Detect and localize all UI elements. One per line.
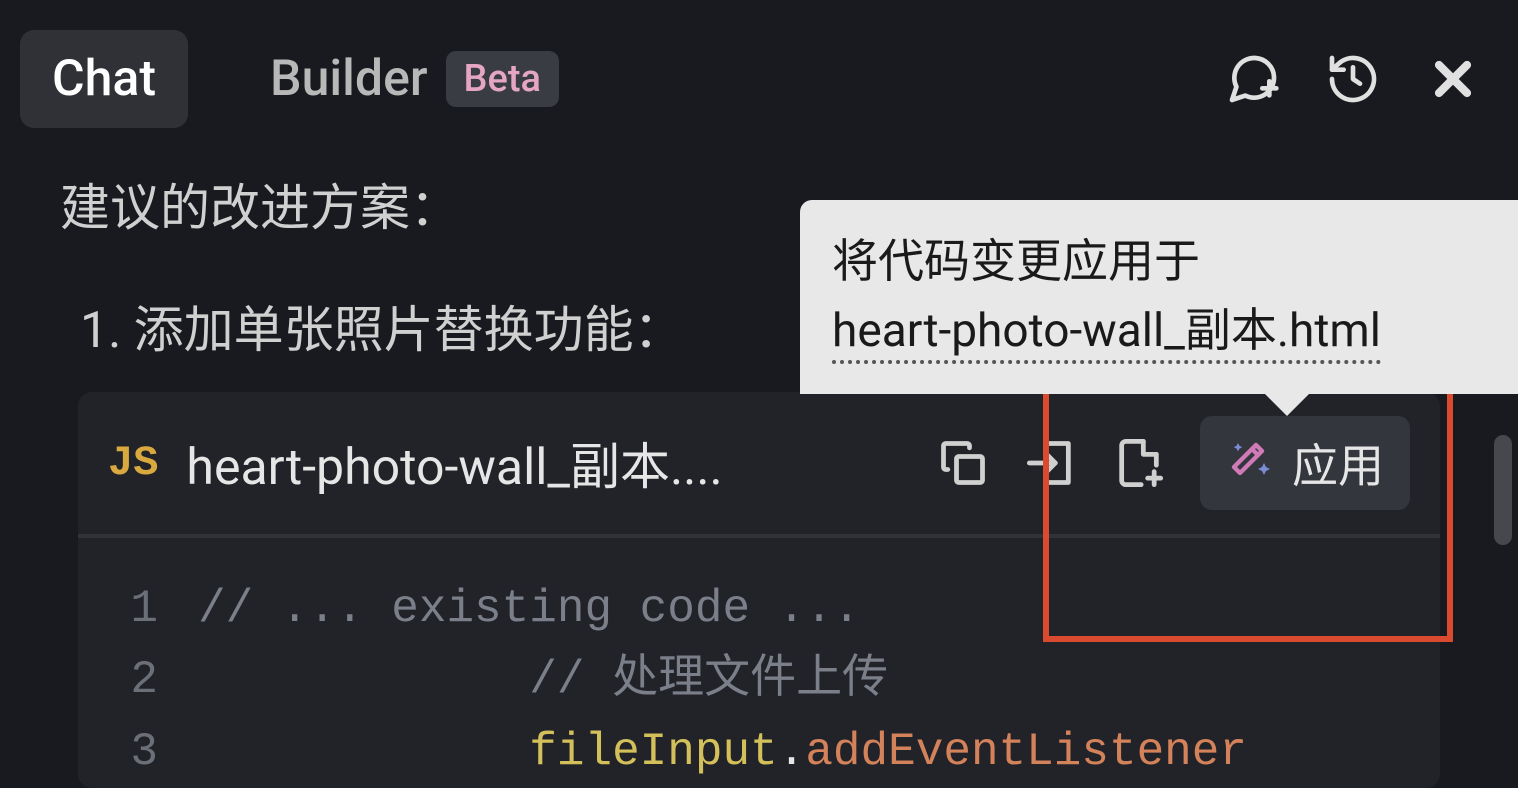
file-name: heart-photo-wall_副本.... [186,427,722,499]
code-text: // 处理文件上传 [198,645,888,716]
apply-button-label: 应用 [1292,430,1384,496]
insert-icon[interactable] [1024,436,1078,490]
history-icon[interactable] [1323,49,1383,109]
beta-badge: Beta [446,51,559,107]
code-header: JS heart-photo-wall_副本.... [78,392,1440,538]
magic-wand-icon [1226,437,1274,489]
tabs: Chat Builder Beta [20,30,591,128]
code-actions: 应用 [936,416,1410,510]
line-number: 1 [78,574,198,645]
close-icon[interactable] [1423,49,1483,109]
tab-builder[interactable]: Builder Beta [238,30,591,128]
new-chat-icon[interactable] [1223,49,1283,109]
tab-chat[interactable]: Chat [20,30,188,128]
tab-chat-label: Chat [52,50,156,108]
file-info: JS heart-photo-wall_副本.... [108,427,936,499]
tooltip-filename: heart-photo-wall_副本.html [832,304,1381,364]
header-icons [1223,49,1483,109]
tooltip: 将代码变更应用于 heart-photo-wall_副本.html [800,200,1518,394]
code-block: JS heart-photo-wall_副本.... [78,392,1440,788]
new-file-icon[interactable] [1112,436,1166,490]
code-text: fileInput.addEventListener [198,717,1247,788]
header: Chat Builder Beta [0,0,1518,148]
file-type-icon: JS [108,439,158,487]
tab-builder-label: Builder [270,50,428,108]
scrollbar-thumb[interactable] [1494,435,1512,545]
line-number: 3 [78,717,198,788]
code-text: // ... existing code ... [198,574,861,645]
code-body: 1// ... existing code ...2 // 处理文件上传3 fi… [78,538,1440,788]
apply-button[interactable]: 应用 [1200,416,1410,510]
tooltip-line-2: heart-photo-wall_副本.html [832,297,1486,366]
code-line: 2 // 处理文件上传 [78,645,1440,716]
tooltip-line-1: 将代码变更应用于 [832,228,1486,297]
code-line: 3 fileInput.addEventListener [78,717,1440,788]
copy-icon[interactable] [936,436,990,490]
code-line: 1// ... existing code ... [78,574,1440,645]
line-number: 2 [78,645,198,716]
